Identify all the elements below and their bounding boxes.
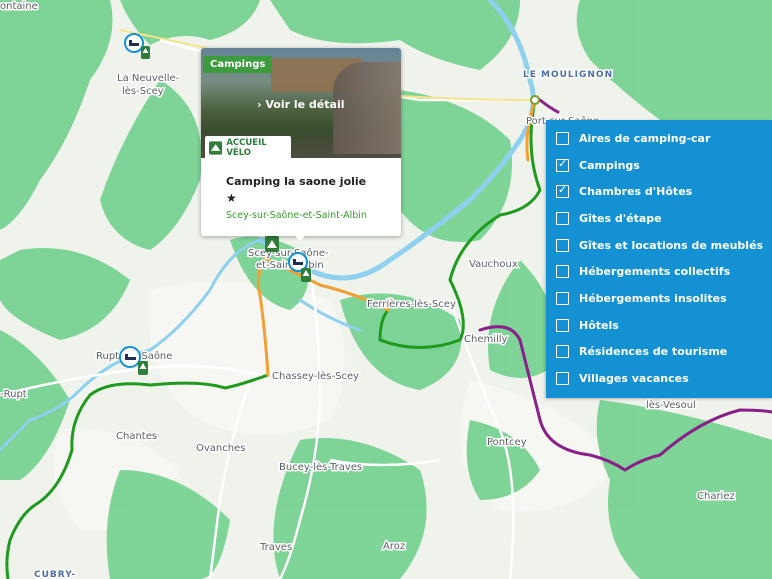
label-les-scey: lès-Scey [122, 85, 164, 97]
label-traves: Traves [259, 542, 292, 553]
checkbox[interactable]: ✓ [556, 156, 569, 172]
label-bucey: Bucey-lès-Traves [279, 461, 362, 473]
label-cubry: CUBRY- [34, 570, 76, 579]
filter-hebergements-insolites[interactable]: Hébergements insolites [556, 288, 727, 308]
filter-villages-vacances[interactable]: Villages vacances [556, 368, 689, 388]
filter-label: Gîtes et locations de meublés [579, 238, 764, 252]
check-icon: ✓ [558, 182, 568, 196]
bed-marker[interactable] [286, 252, 312, 286]
filter-chambres-hotes[interactable]: ✓ Chambres d'Hôtes [556, 181, 692, 201]
campsite-photo[interactable]: Campings › Voir le détail ACCUEIL VÉLO [201, 48, 401, 158]
checkbox[interactable] [556, 344, 569, 358]
check-icon: ✓ [558, 156, 568, 170]
checkbox[interactable] [556, 291, 569, 305]
checkbox[interactable]: ✓ [556, 182, 569, 198]
checkbox[interactable] [556, 264, 569, 278]
label-les-vesoul: lès-Vesoul [646, 399, 696, 411]
campsite-name: Camping la saone jolie [226, 175, 367, 188]
campsite-location: Scey-sur-Saône-et-Saint-Albin [226, 210, 367, 221]
filter-aires-camping-car[interactable]: Aires de camping-car [556, 128, 710, 148]
label-chassey: Chassey-lès-Scey [272, 370, 359, 382]
filter-label: Hôtels [579, 318, 619, 332]
filter-gites-locations[interactable]: Gîtes et locations de meublés [556, 235, 763, 255]
checkbox[interactable] [556, 238, 569, 252]
bed-marker[interactable] [124, 33, 150, 65]
bed-icon [288, 252, 311, 282]
checkbox[interactable] [556, 371, 569, 385]
checkbox[interactable] [556, 211, 569, 225]
label-vauchoux: Vauchoux [469, 259, 518, 270]
filter-label: Campings [579, 158, 640, 172]
label-pontcey: Pontcey [487, 437, 527, 448]
bed-icon [124, 33, 150, 59]
label-aroz: Aroz [383, 541, 405, 552]
label-la-neuvelle: La Neuvelle- [117, 73, 180, 84]
filter-gites-etape[interactable]: Gîtes d'étape [556, 208, 662, 228]
view-detail-label: Voir le détail [265, 98, 345, 111]
view-detail-link[interactable]: › Voir le détail [257, 98, 345, 111]
accommodation-filter-panel: Aires de camping-car ✓ Campings ✓ Chambr… [546, 120, 772, 398]
label-chantes: Chantes [116, 431, 157, 442]
camping-marker[interactable] [265, 236, 279, 256]
filter-label: Aires de camping-car [579, 131, 711, 145]
filter-campings[interactable]: ✓ Campings [556, 155, 640, 175]
accueil-velo-badge: ACCUEIL VÉLO [205, 136, 291, 158]
filter-label: Villages vacances [579, 371, 689, 385]
checkbox[interactable] [556, 318, 569, 332]
filter-hotels[interactable]: Hôtels [556, 315, 619, 335]
filter-label: Résidences de tourisme [579, 344, 728, 358]
label-le-moulignon: LE MOULIGNON [523, 70, 613, 80]
accueil-velo-icon [209, 141, 223, 155]
filter-hebergements-collectifs[interactable]: Hébergements collectifs [556, 261, 730, 281]
bed-icon [119, 346, 148, 375]
filter-label: Hébergements insolites [579, 291, 727, 305]
filter-label: Gîtes d'étape [579, 211, 662, 225]
label-chemilly: Chemilly [464, 334, 508, 345]
filter-label: Chambres d'Hôtes [579, 184, 693, 198]
route-start-marker[interactable] [530, 95, 540, 105]
label-rupt-left: -Rupt [0, 389, 27, 400]
filter-label: Hébergements collectifs [579, 264, 731, 278]
popup-pointer [293, 234, 307, 241]
star-rating: ★ [226, 191, 237, 205]
accommodation-popup[interactable]: Campings › Voir le détail ACCUEIL VÉLO C… [201, 48, 401, 241]
bed-marker[interactable] [119, 346, 149, 380]
label-ferrieres: Ferrières-lès-Scey [367, 298, 456, 310]
filter-residences-tourisme[interactable]: Résidences de tourisme [556, 341, 727, 361]
label-ovanches: Ovanches [196, 443, 245, 454]
label-fontaine: ontaine [0, 1, 38, 12]
checkbox[interactable] [556, 131, 569, 145]
category-tag: Campings [203, 56, 273, 73]
badge-label: ACCUEIL VÉLO [226, 138, 267, 158]
tent-icon [265, 236, 279, 252]
label-chariez: Chariez [697, 491, 735, 502]
